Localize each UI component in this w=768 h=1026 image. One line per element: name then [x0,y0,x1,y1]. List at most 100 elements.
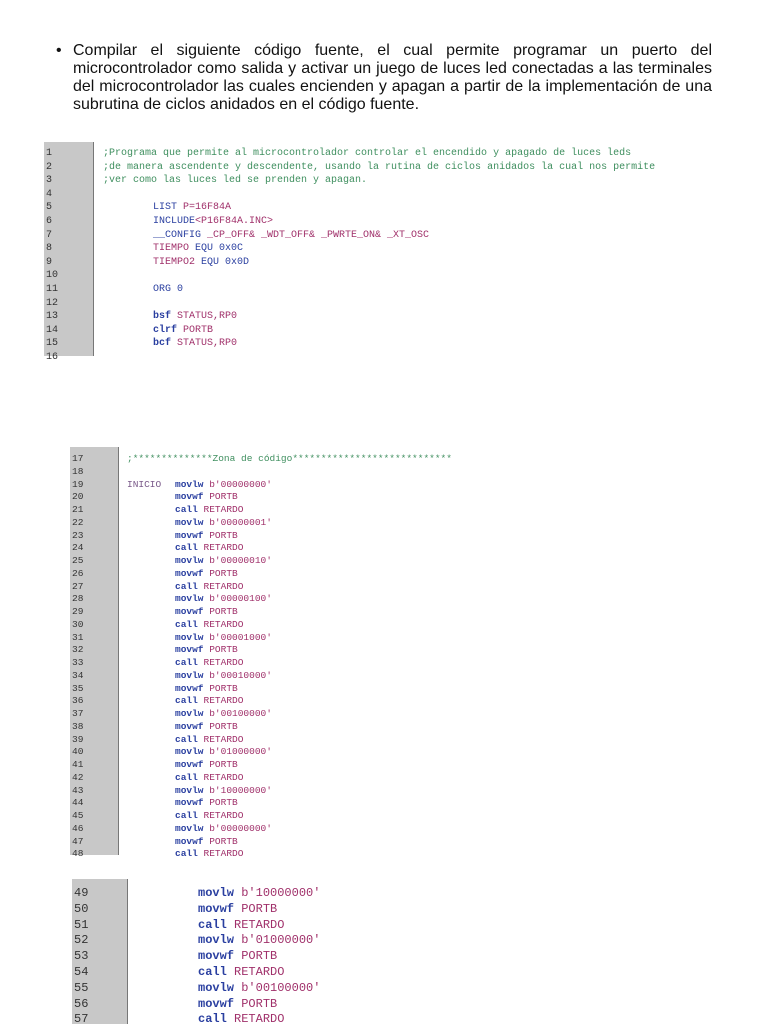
code-instruction: bcf STATUS,RP0 [153,338,237,349]
code-instruction: call RETARDO [198,918,284,932]
code-mnemonic: movwf [175,797,210,809]
code-operand: b'00000010' [209,555,272,566]
code-block-2: 17 ;**************Zona de código*********… [70,447,490,859]
bullet: • [56,42,62,59]
code-instruction: movlw b'00000000' [175,479,272,490]
line-number: 51 [74,917,89,932]
code-instruction: movlw b'10000000' [198,886,320,900]
code-mnemonic: movwf [175,491,210,503]
code-mnemonic: movlw [175,784,210,796]
line-number: 35 [72,682,84,694]
code-operand: b'00000000' [209,478,272,490]
line-number: 22 [72,516,84,528]
code-mnemonic: call [175,848,204,860]
code-operand: PORTB [209,567,238,579]
code-operand: RETARDO [203,618,244,630]
code-operand: b'00100000' [209,708,272,719]
code-instruction: movlw b'01000000' [175,746,272,757]
code-instruction: movwf PORTB [198,902,277,916]
code-mnemonic: call [198,917,235,932]
code-mnemonic: movwf [198,901,242,916]
code-instruction: movwf PORTB [175,606,238,617]
line-number: 20 [72,491,84,503]
code-instruction: movwf PORTB [198,949,277,963]
code-mnemonic: movwf [175,606,210,617]
code-mnemonic: call [175,695,204,707]
code-operand: STATUS,RP0 [177,338,238,350]
line-number: 16 [46,352,59,363]
code-operand: RETARDO [203,810,244,821]
line-number: 50 [74,901,89,916]
code-instruction: call RETARDO [175,542,243,553]
code-operand: RETARDO [203,733,244,745]
code-instruction: call RETARDO [175,810,243,821]
code-instruction: call RETARDO [175,581,243,592]
code-operand: b'00010000' [209,669,272,681]
code-operand: PORTB [209,491,238,503]
line-number: 53 [74,949,89,964]
code-mnemonic: movlw [175,555,210,566]
code-operand: RETARDO [203,848,244,860]
code-instruction: call RETARDO [175,848,243,859]
code-operand: b'01000000' [241,933,321,948]
code-instruction: ORG 0 [153,284,183,295]
code-instruction: movwf PORTB [198,997,277,1011]
code-mnemonic: movwf [175,759,210,770]
code-mnemonic: clrf [153,324,184,336]
code-mnemonic: movlw [198,886,242,900]
code-instruction: call RETARDO [175,734,243,745]
code-instruction: TIEMPO EQU 0x0C [153,243,243,254]
code-mnemonic: call [175,580,204,592]
line-number: 32 [72,644,84,656]
code-operand: RETARDO [203,657,244,668]
code-mnemonic: movwf [175,835,210,847]
code-operand: P=16F84A [183,202,232,214]
code-block-1: 1 ;Programa que permite al microcontrolad… [44,142,704,363]
code-operand: RETARDO [203,695,244,707]
code-operand: b'00000000' [209,822,272,834]
code-operand: b'00001000' [209,631,272,643]
line-number: 55 [74,980,89,995]
line-number: 25 [72,555,84,566]
code-instruction: TIEMPO2 EQU 0x0D [153,257,249,268]
line-number: 49 [74,886,89,900]
code-operand: TIEMPO2 [153,256,202,268]
line-number: 26 [72,567,84,579]
line-number: 4 [46,188,53,200]
line-number: 52 [74,933,89,948]
code-mnemonic: movwf [175,529,210,541]
line-number: 3 [46,175,53,187]
code-mnemonic: movwf [175,567,210,579]
code-mnemonic: call [175,657,204,668]
code-instruction: bsf STATUS,RP0 [153,311,237,322]
code-instruction: call RETARDO [175,657,243,668]
code-instruction: LIST P=16F84A [153,202,231,213]
line-number: 43 [72,784,84,796]
code-operand: PORTB [241,996,278,1011]
code-operand: RETARDO [203,771,244,783]
line-number: 1 [46,148,53,159]
code-instruction: movlw b'00000010' [175,555,272,566]
line-number: 19 [72,478,84,490]
line-number: 36 [72,695,84,707]
code-instruction: movwf PORTB [175,683,238,694]
code-operand: RETARDO [203,542,244,554]
code-instruction: clrf PORTB [153,325,213,336]
code-instruction: movwf PORTB [175,721,238,732]
code-instruction: movlw b'10000000' [175,785,272,796]
code-instruction: movwf PORTB [175,491,238,502]
code-mnemonic: call [175,542,204,554]
code-operand: PORTB [209,835,238,847]
line-number: 54 [74,965,89,979]
line-number: 31 [72,631,84,643]
code-operand: TIEMPO [153,243,196,255]
code-operand: PORTB [241,901,278,916]
code-instruction: movlw b'01000000' [198,933,320,947]
code-instruction: movlw b'00000001' [175,517,272,528]
code-mnemonic: ORG 0 [153,284,184,295]
line-number: 8 [46,243,53,255]
line-number: 11 [46,284,59,295]
code-mnemonic: __CONFIG [153,229,208,241]
code-instruction: call RETARDO [175,695,243,706]
code-mnemonic: movwf [175,682,210,694]
